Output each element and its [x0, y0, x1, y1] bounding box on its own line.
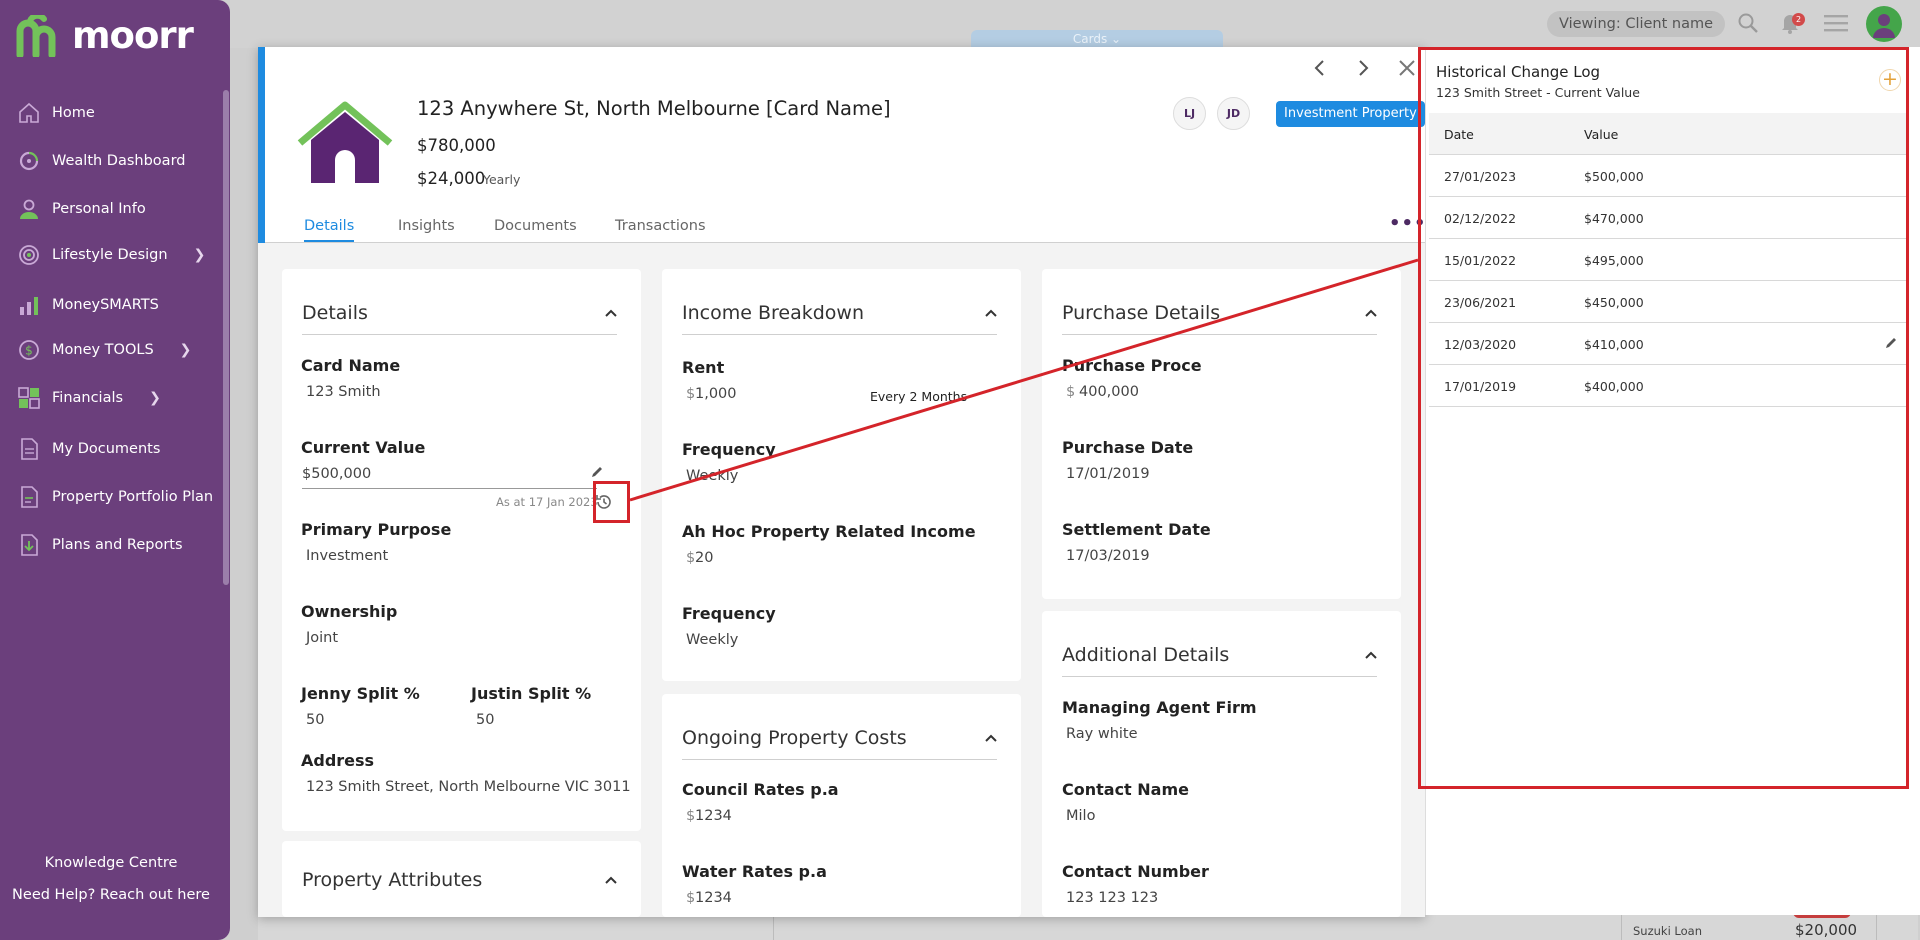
- annotation-connector: [629, 258, 1419, 502]
